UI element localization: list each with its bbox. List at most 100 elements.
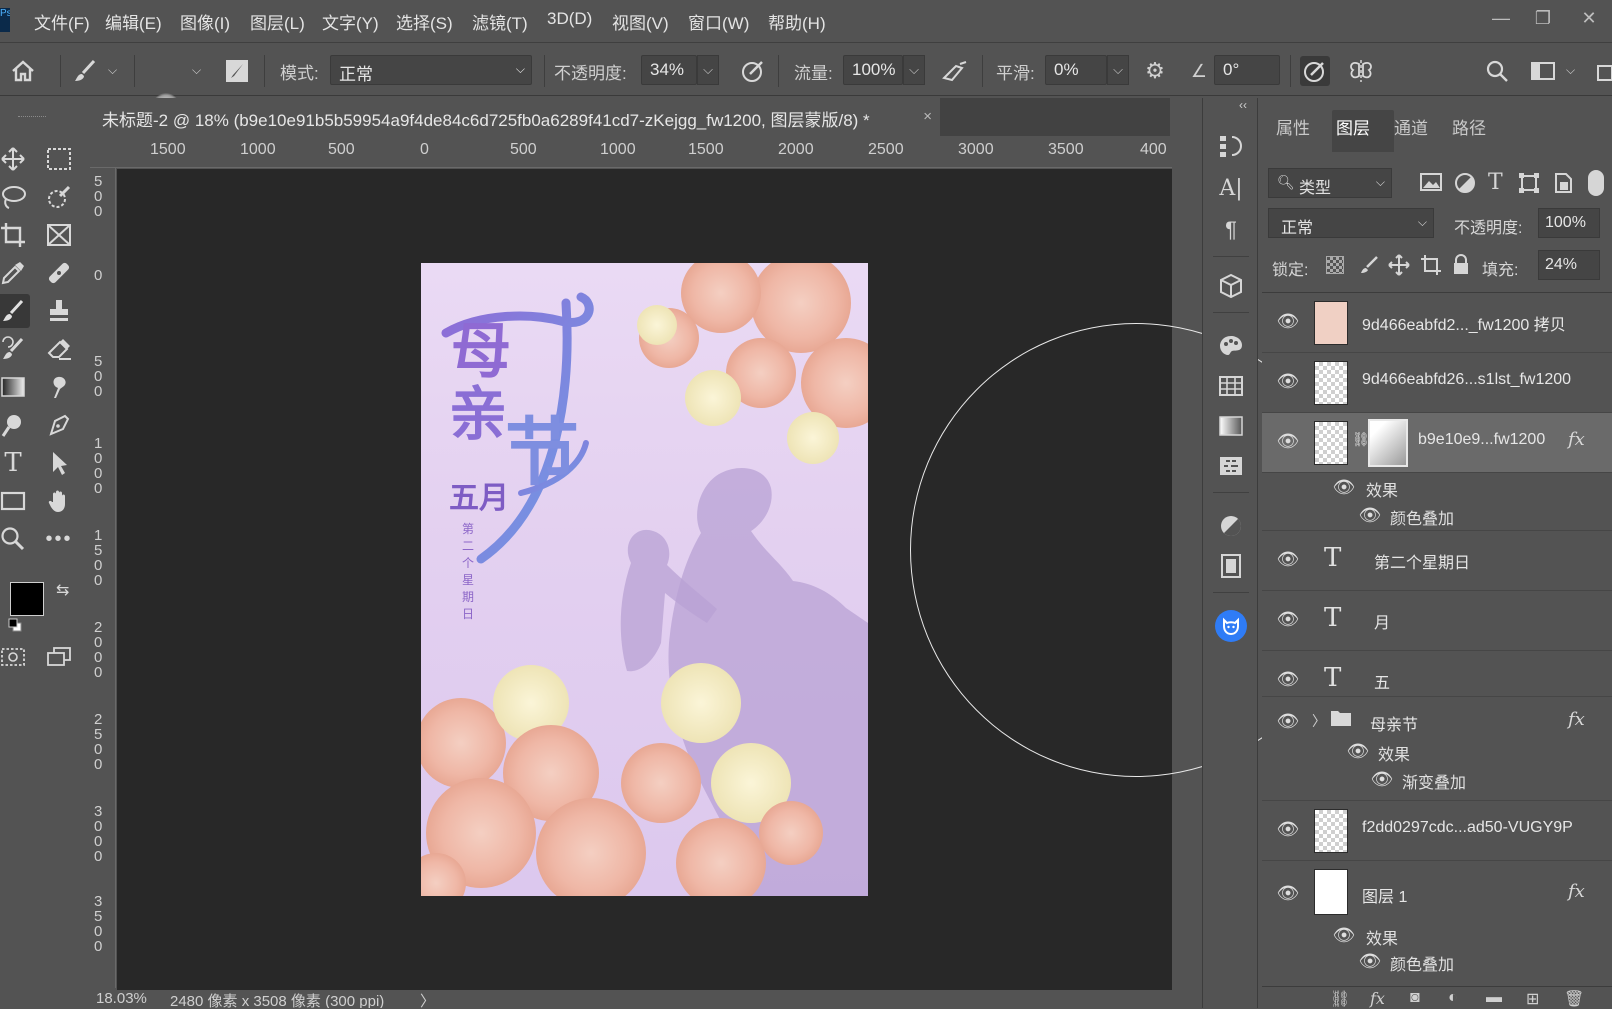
new-group-icon[interactable]: ▬ xyxy=(1486,989,1502,1007)
home-icon[interactable] xyxy=(8,56,38,86)
search-icon[interactable] xyxy=(1482,56,1512,86)
libraries-icon[interactable] xyxy=(1215,550,1247,582)
add-mask-icon[interactable]: ◙ xyxy=(1410,989,1420,1007)
layer-row[interactable]: 👁︎ T 第二个星期日 xyxy=(1262,531,1612,591)
smoothing-caret[interactable]: ⌵ xyxy=(1107,55,1129,85)
restore-button[interactable]: ❐ xyxy=(1532,8,1554,28)
eye-icon[interactable]: 👁︎ xyxy=(1358,505,1382,525)
link-layers-icon[interactable]: ⛓︎ xyxy=(1330,989,1350,1009)
eye-icon[interactable]: 👁︎ xyxy=(1358,951,1382,971)
workspace-icon[interactable] xyxy=(1528,56,1558,86)
history-brush-tool-icon[interactable] xyxy=(0,332,30,366)
tab-paths[interactable]: 路径 xyxy=(1452,114,1486,139)
frame-tool-icon[interactable] xyxy=(42,218,76,252)
foreground-color-swatch[interactable] xyxy=(10,582,44,616)
gradients-icon[interactable] xyxy=(1215,410,1247,442)
crop-tool-icon[interactable] xyxy=(0,218,30,252)
document-canvas[interactable]: 母 亲 节 五月 第 二 个 星 期 日 xyxy=(421,263,868,896)
info-caret[interactable]: 〉 xyxy=(420,990,435,1008)
adjustments-icon[interactable] xyxy=(1215,510,1247,542)
menu-edit[interactable]: 编辑(E) xyxy=(105,9,162,34)
clone-stamp-tool-icon[interactable] xyxy=(42,294,76,328)
move-tool-icon[interactable] xyxy=(0,142,30,176)
fx-icon[interactable]: fx xyxy=(1568,881,1585,902)
angle-input[interactable]: 0° xyxy=(1214,55,1280,85)
color-palette-icon[interactable] xyxy=(1215,330,1247,362)
new-adjustment-icon[interactable]: ◐ xyxy=(1448,989,1458,1007)
fx-icon[interactable]: fx xyxy=(1568,429,1585,450)
share-icon[interactable] xyxy=(1590,56,1612,86)
menu-file[interactable]: 文件(F) xyxy=(34,9,90,34)
menu-select[interactable]: 选择(S) xyxy=(396,9,453,34)
menu-layer[interactable]: 图层(L) xyxy=(250,9,305,34)
brush-tool-icon[interactable] xyxy=(0,294,30,328)
smoothing-input[interactable]: 0% xyxy=(1045,55,1107,85)
character-icon[interactable]: A| xyxy=(1215,172,1247,204)
filter-adjustment-icon[interactable] xyxy=(1454,172,1476,194)
lock-all-icon[interactable] xyxy=(1452,254,1470,276)
flow-input[interactable]: 100% xyxy=(843,55,903,85)
eye-icon[interactable]: 👁︎ xyxy=(1332,477,1356,497)
pressure-size-icon[interactable] xyxy=(1300,56,1330,86)
rectangle-tool-icon[interactable] xyxy=(0,484,30,518)
layer-filter-select[interactable]: 🔍︎ 类型 ⌵ xyxy=(1268,168,1392,198)
tab-channels[interactable]: 通道 xyxy=(1394,114,1428,139)
filter-toggle-icon[interactable] xyxy=(1588,170,1604,196)
hand-tool-icon[interactable] xyxy=(42,484,76,518)
filter-smart-object-icon[interactable] xyxy=(1552,172,1574,194)
eye-icon[interactable]: 👁︎ xyxy=(1276,669,1300,689)
eye-icon[interactable]: 👁︎ xyxy=(1346,741,1370,761)
dodge-tool-icon[interactable] xyxy=(0,408,30,442)
brush-preset-caret[interactable]: ⌵ xyxy=(192,63,201,78)
plugin-icon[interactable] xyxy=(1215,610,1247,642)
zoom-level[interactable]: 18.03% xyxy=(96,990,147,1007)
add-style-icon[interactable]: fx xyxy=(1370,989,1385,1008)
pen-tool-icon[interactable] xyxy=(42,408,76,442)
fill-input[interactable]: 24% xyxy=(1538,250,1600,280)
tab-layers[interactable]: 图层 xyxy=(1336,114,1370,139)
tool-preset-caret[interactable]: ⌵ xyxy=(108,63,117,78)
screen-mode-icon[interactable] xyxy=(42,640,76,674)
airbrush-icon[interactable] xyxy=(940,56,970,86)
eye-icon[interactable]: 👁︎ xyxy=(1276,549,1300,569)
layer-row[interactable]: 👁︎ 9d466eabfd2..._fw1200 拷贝 xyxy=(1262,293,1612,353)
brush-settings-icon[interactable] xyxy=(222,56,252,86)
brush-tool-icon[interactable] xyxy=(70,56,100,86)
history-icon[interactable] xyxy=(1215,130,1247,162)
eraser-tool-icon[interactable] xyxy=(42,332,76,366)
pressure-opacity-icon[interactable] xyxy=(738,56,768,86)
lasso-tool-icon[interactable] xyxy=(0,180,30,214)
group-row[interactable]: 👁︎ 〉 母亲节 fx 👁︎ 效果 👁︎ 渐变叠加 xyxy=(1262,697,1612,801)
3d-icon[interactable] xyxy=(1215,270,1247,302)
swap-colors-icon[interactable]: ⇆ xyxy=(56,580,69,600)
layer-row[interactable]: 👁︎ T 五 xyxy=(1262,651,1612,697)
default-colors-icon[interactable] xyxy=(8,618,22,632)
layer-row-selected[interactable]: 👁︎ ⛓︎ b9e10e9...fw1200 fx xyxy=(1262,413,1612,473)
close-tab-icon[interactable]: × xyxy=(923,108,932,125)
close-window-button[interactable]: ✕ xyxy=(1578,8,1600,28)
eye-icon[interactable]: 👁︎ xyxy=(1332,925,1356,945)
layer-row[interactable]: 👁︎ T 月 xyxy=(1262,591,1612,651)
eye-icon[interactable]: 👁︎ xyxy=(1276,711,1300,731)
fx-icon[interactable]: fx xyxy=(1568,709,1585,730)
lock-transparency-icon[interactable] xyxy=(1326,256,1344,274)
symmetry-icon[interactable] xyxy=(1346,56,1376,86)
tab-properties[interactable]: 属性 xyxy=(1276,114,1310,139)
workspace-caret[interactable]: ⌵ xyxy=(1566,63,1575,78)
eye-icon[interactable]: 👁︎ xyxy=(1276,819,1300,839)
flow-caret[interactable]: ⌵ xyxy=(903,55,925,85)
collapse-icon[interactable]: ‹‹ xyxy=(1239,98,1247,112)
lock-position-icon[interactable] xyxy=(1388,254,1410,276)
zoom-tool-icon[interactable] xyxy=(0,522,30,556)
eye-icon[interactable]: 👁︎ xyxy=(1276,311,1300,331)
paragraph-icon[interactable]: ¶ xyxy=(1215,214,1247,246)
eye-icon[interactable]: 👁︎ xyxy=(1276,883,1300,903)
eye-icon[interactable]: 👁︎ xyxy=(1370,769,1394,789)
swatches-icon[interactable] xyxy=(1215,370,1247,402)
new-layer-icon[interactable]: ⊞ xyxy=(1526,989,1539,1009)
opacity-caret[interactable]: ⌵ xyxy=(697,55,719,85)
delete-layer-icon[interactable]: 🗑︎ xyxy=(1564,989,1584,1009)
gear-icon[interactable]: ⚙ xyxy=(1140,56,1170,86)
type-tool-icon[interactable]: T xyxy=(0,446,30,480)
filter-pixel-icon[interactable] xyxy=(1420,172,1442,194)
